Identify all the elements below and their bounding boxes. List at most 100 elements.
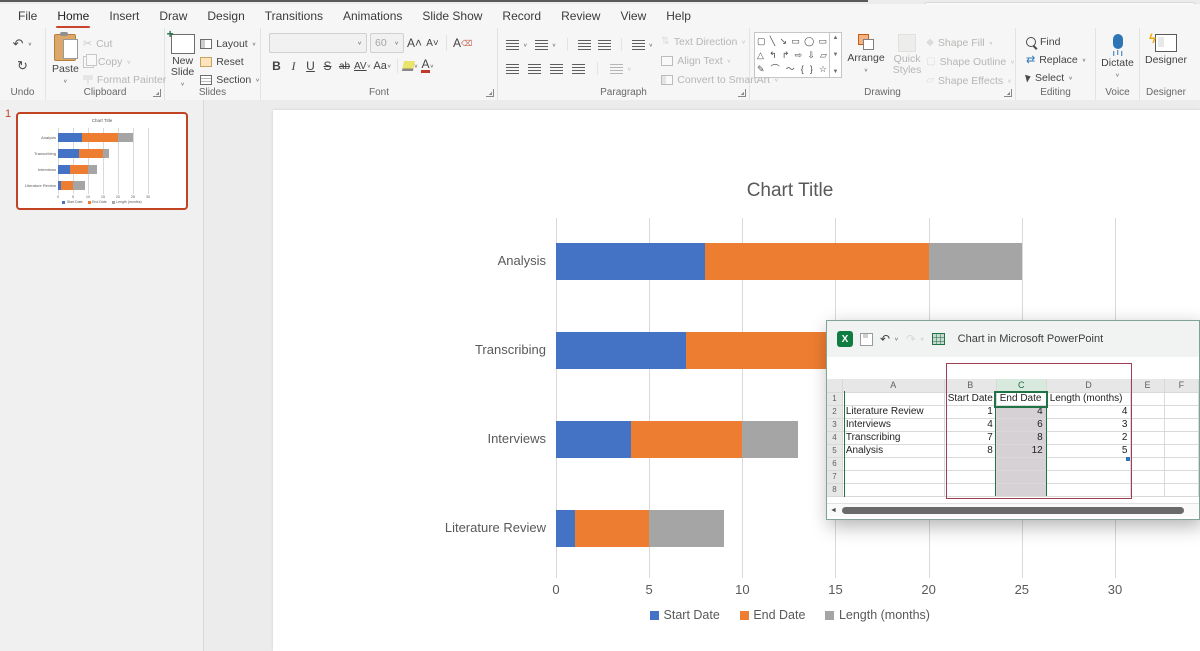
- align-center-button[interactable]: [528, 60, 541, 77]
- reset-button[interactable]: Reset: [200, 53, 260, 70]
- menu-item-record[interactable]: Record: [492, 5, 551, 27]
- column-header-c[interactable]: C: [996, 379, 1047, 393]
- bar-segment-length-months--analysis[interactable]: [928, 243, 1022, 280]
- bar-segment-start-date-literature-review[interactable]: [556, 510, 575, 547]
- cell-A1[interactable]: [842, 392, 945, 406]
- align-right-button[interactable]: [550, 60, 563, 77]
- cell-D5[interactable]: 5: [1046, 444, 1132, 458]
- shape-glyph-icon[interactable]: ▭: [791, 36, 800, 46]
- select-button[interactable]: Select ∨: [1025, 70, 1073, 85]
- cell-D1[interactable]: Length (months): [1046, 392, 1132, 406]
- quick-styles-button[interactable]: Quick Styles: [888, 31, 926, 82]
- menu-item-insert[interactable]: Insert: [99, 5, 149, 27]
- cell-E8[interactable]: [1130, 483, 1165, 497]
- shape-glyph-icon[interactable]: {: [801, 64, 804, 74]
- cell-A6[interactable]: [842, 457, 945, 471]
- line-spacing-button[interactable]: ∨: [631, 36, 653, 53]
- scroll-up-icon[interactable]: ▲: [833, 35, 839, 41]
- shape-glyph-icon[interactable]: ↘: [780, 36, 788, 46]
- bar-segment-end-date-analysis[interactable]: [705, 243, 929, 280]
- menu-item-design[interactable]: Design: [197, 5, 254, 27]
- clipboard-dialog-launcher-icon[interactable]: [153, 89, 161, 97]
- cell-D7[interactable]: [1046, 470, 1132, 484]
- gallery-more-icon[interactable]: ▼: [833, 69, 839, 75]
- cell-A3[interactable]: Interviews: [842, 418, 945, 432]
- cut-button[interactable]: ✂ Cut: [83, 35, 166, 52]
- row-header-5[interactable]: 5: [827, 444, 843, 458]
- legend-item-start-date[interactable]: Start Date: [650, 608, 720, 622]
- cell-B2[interactable]: 1: [944, 405, 997, 419]
- menu-item-review[interactable]: Review: [551, 5, 610, 27]
- shape-glyph-icon[interactable]: ✎: [757, 64, 765, 74]
- cell-E4[interactable]: [1130, 431, 1165, 445]
- scroll-down-icon[interactable]: ▼: [833, 52, 839, 58]
- legend-item-length-months-[interactable]: Length (months): [825, 608, 930, 622]
- shrink-font-button[interactable]: A˅: [425, 34, 440, 52]
- clear-formatting-button[interactable]: A ⌫: [453, 34, 472, 52]
- scrollbar-thumb[interactable]: [842, 506, 1184, 514]
- designer-button[interactable]: ϟ Designer: [1145, 31, 1187, 82]
- save-icon[interactable]: [860, 332, 873, 346]
- bullets-button[interactable]: ∨: [506, 36, 528, 53]
- layout-button[interactable]: Layout ∨: [200, 35, 260, 52]
- shape-glyph-icon[interactable]: }: [810, 64, 813, 74]
- align-left-button[interactable]: [506, 60, 519, 77]
- shape-outline-button[interactable]: ▢ Shape Outline ∨: [926, 53, 1015, 70]
- excel-undo-button[interactable]: ↶ ∨: [880, 331, 899, 348]
- shape-glyph-icon[interactable]: △: [757, 50, 764, 60]
- cell-A5[interactable]: Analysis: [842, 444, 945, 458]
- character-spacing-button[interactable]: AV ∨: [354, 57, 371, 75]
- cell-D6[interactable]: [1046, 457, 1132, 471]
- excel-data-window[interactable]: X ↶ ∨ ↷ ∨ Chart in Microsoft PowerPoint AB…: [826, 320, 1200, 520]
- cell-F4[interactable]: [1164, 431, 1200, 445]
- select-all-corner[interactable]: [827, 379, 843, 393]
- bar-segment-start-date-interviews[interactable]: [556, 421, 631, 458]
- shape-glyph-icon[interactable]: ⌒: [771, 64, 780, 74]
- section-button[interactable]: Section ∨: [200, 71, 260, 88]
- shape-glyph-icon[interactable]: ▭: [818, 36, 827, 46]
- shape-fill-button[interactable]: ◆ Shape Fill ∨: [926, 34, 1015, 51]
- column-header-e[interactable]: E: [1130, 379, 1165, 393]
- cell-A7[interactable]: [842, 470, 945, 484]
- paragraph-dialog-launcher-icon[interactable]: [738, 89, 746, 97]
- spreadsheet[interactable]: A B C D E F 1 Start Date End Date Length (months)…: [827, 379, 1200, 497]
- menu-item-animations[interactable]: Animations: [333, 5, 412, 27]
- excel-horizontal-scrollbar[interactable]: ◄: [827, 503, 1199, 517]
- cell-C6[interactable]: [996, 457, 1047, 471]
- row-header-4[interactable]: 4: [827, 431, 843, 445]
- column-header-f[interactable]: F: [1164, 379, 1200, 393]
- redo-button[interactable]: ↻: [17, 57, 28, 74]
- shape-glyph-icon[interactable]: ↰: [769, 50, 777, 60]
- dictate-button[interactable]: Dictate ∨: [1101, 31, 1134, 82]
- shape-glyph-icon[interactable]: 〜: [786, 64, 795, 74]
- cell-D2[interactable]: 4: [1046, 405, 1132, 419]
- shape-glyph-icon[interactable]: ⇩: [807, 50, 815, 60]
- italic-button[interactable]: I: [286, 57, 301, 75]
- font-name-combo[interactable]: ∨: [269, 33, 367, 53]
- row-header-8[interactable]: 8: [827, 483, 843, 497]
- strikethrough-button[interactable]: S: [320, 57, 335, 75]
- scroll-left-icon[interactable]: ◄: [830, 507, 837, 514]
- shape-glyph-icon[interactable]: ▢: [757, 36, 766, 46]
- justify-button[interactable]: [572, 60, 585, 77]
- column-header-a[interactable]: A: [842, 379, 945, 393]
- cell-E1[interactable]: [1130, 392, 1165, 406]
- cell-D3[interactable]: 3: [1046, 418, 1132, 432]
- cell-C8[interactable]: [996, 483, 1047, 497]
- shape-glyph-icon[interactable]: ╲: [770, 36, 775, 46]
- arrange-button[interactable]: Arrange ∨: [844, 31, 888, 82]
- bar-segment-length-months--literature-review[interactable]: [649, 510, 724, 547]
- find-button[interactable]: Find: [1026, 35, 1060, 50]
- excel-title-bar[interactable]: X ↶ ∨ ↷ ∨ Chart in Microsoft PowerPoint: [827, 321, 1199, 357]
- shape-glyph-icon[interactable]: ◯: [804, 36, 814, 46]
- row-header-3[interactable]: 3: [827, 418, 843, 432]
- cell-C4[interactable]: 8: [996, 431, 1047, 445]
- shapes-gallery-scrollbar[interactable]: ▲ ▼ ▼: [829, 33, 841, 77]
- format-painter-button[interactable]: Format Painter: [82, 71, 166, 88]
- cell-B3[interactable]: 4: [944, 418, 997, 432]
- cell-A2[interactable]: Literature Review: [842, 405, 945, 419]
- text-shadow-button[interactable]: ab: [337, 57, 352, 75]
- cell-B7[interactable]: [944, 470, 997, 484]
- menu-item-draw[interactable]: Draw: [149, 5, 197, 27]
- shape-glyph-icon[interactable]: ↱: [782, 50, 790, 60]
